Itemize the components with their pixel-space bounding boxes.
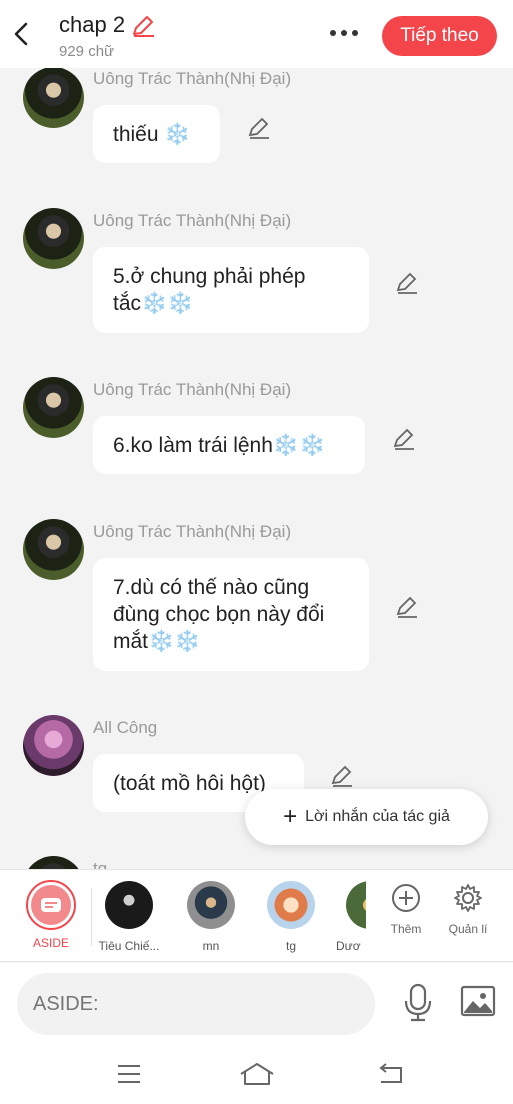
author-note-button[interactable]: + Lời nhắn của tác giả: [245, 789, 488, 845]
avatar[interactable]: [23, 377, 84, 438]
message-line: tắc❄️❄️: [113, 292, 194, 315]
plus-circle-icon: [392, 884, 420, 912]
character-label: mn: [202, 939, 220, 953]
character-item[interactable]: Tiêu Chiế...: [96, 870, 162, 961]
avatar[interactable]: [23, 208, 84, 269]
avatar: [105, 881, 153, 929]
add-character-button[interactable]: Thêm: [379, 870, 433, 936]
edit-message-icon[interactable]: [247, 116, 271, 140]
character-item[interactable]: tg: [262, 870, 320, 961]
message-bubble[interactable]: thiếu ❄️: [93, 105, 220, 163]
avatar: [187, 881, 235, 929]
edit-message-icon[interactable]: [395, 271, 419, 295]
edit-message-icon[interactable]: [330, 764, 354, 788]
message-bubble[interactable]: 5.ở chung phải phép tắc❄️❄️: [93, 247, 369, 333]
more-options-icon[interactable]: [330, 23, 364, 43]
composer: [0, 963, 513, 1046]
avatar: [346, 881, 366, 929]
edit-message-icon[interactable]: [395, 595, 419, 619]
message-line: 7.dù có thế nào cũng: [113, 576, 310, 599]
author-note-label: Lời nhắn của tác giả: [305, 808, 450, 825]
message-author: Uông Trác Thành(Nhị Đại): [93, 380, 292, 399]
character-label: tg: [285, 939, 296, 953]
edit-title-icon[interactable]: [130, 14, 156, 43]
home-icon[interactable]: [239, 1062, 275, 1093]
message-line: mắt❄️❄️: [113, 630, 201, 653]
character-item[interactable]: Dươ: [336, 870, 366, 961]
message-line: đùng chọc bọn này đổi: [113, 603, 325, 626]
microphone-icon[interactable]: [403, 983, 433, 1028]
top-bar: chap 2 929 chữ Tiếp theo: [0, 0, 513, 68]
message-line: thiếu ❄️: [113, 123, 191, 146]
message-bubble[interactable]: 7.dù có thế nào cũng đùng chọc bọn này đ…: [93, 558, 369, 671]
character-label: Dươ: [336, 939, 361, 953]
avatar: [267, 881, 315, 929]
gear-icon: [454, 884, 482, 912]
edit-message-icon[interactable]: [392, 427, 416, 451]
back-nav-icon[interactable]: [377, 1062, 405, 1091]
message-line: 6.ko làm trái lệnh❄️❄️: [113, 434, 326, 457]
message-line: 5.ở chung phải phép: [113, 265, 306, 288]
plus-icon: +: [283, 803, 298, 830]
image-icon[interactable]: [460, 985, 496, 1022]
next-chapter-button[interactable]: Tiếp theo: [382, 16, 497, 56]
message-author: All Công: [93, 718, 158, 737]
divider: [91, 888, 92, 946]
message-author: Uông Trác Thành(Nhị Đại): [93, 211, 292, 230]
message-author: Uông Trác Thành(Nhị Đại): [93, 69, 292, 88]
menu-icon[interactable]: [116, 1062, 142, 1091]
character-label: ASIDE: [32, 936, 69, 950]
message-bubble[interactable]: 6.ko làm trái lệnh❄️❄️: [93, 416, 365, 474]
aside-icon: [31, 885, 71, 925]
avatar[interactable]: [23, 519, 84, 580]
character-bar: ASIDE Tiêu Chiế... mn tg Dươ Thêm Quản l…: [0, 869, 513, 962]
back-icon[interactable]: [10, 20, 34, 48]
tool-label: Thêm: [390, 922, 422, 936]
page-title: chap 2: [59, 12, 126, 37]
system-nav-bar: [0, 1046, 513, 1104]
tool-label: Quản lí: [448, 922, 488, 936]
character-item[interactable]: mn: [182, 870, 240, 961]
avatar[interactable]: [23, 67, 84, 128]
message-input[interactable]: [17, 973, 375, 1035]
manage-characters-button[interactable]: Quản lí: [441, 870, 495, 936]
avatar[interactable]: [23, 715, 84, 776]
message-author: Uông Trác Thành(Nhị Đại): [93, 522, 292, 541]
character-aside[interactable]: ASIDE: [22, 870, 80, 961]
word-count: 929 chữ: [59, 43, 115, 60]
character-label: Tiêu Chiế...: [98, 939, 160, 953]
